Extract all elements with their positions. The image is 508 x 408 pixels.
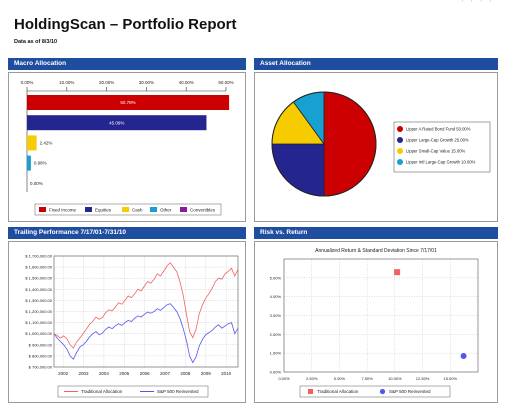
trailing-xtick-label: 2010 [221,371,232,376]
risk-legend-label: S&P 500 Reinvested [389,389,431,394]
trailing-ytick-label: $ 1,500,000.00 [25,276,52,281]
risk-ytick-label: 2.00% [270,332,282,337]
trailing-ytick-label: $ 700,000.00 [29,365,53,370]
trailing-legend-label: S&P 500 Reinvested [157,389,199,394]
asset-legend-dot [397,126,403,132]
risk-ytick-label: 4.00% [270,294,282,299]
asset-pie-slice [271,143,325,197]
trailing-xtick-label: 2008 [180,371,191,376]
trailing-ytick-label: $ 1,000,000.00 [25,331,52,336]
risk-ytick-label: 3.00% [270,313,282,318]
macro-legend-label: Fixed Income [49,207,77,212]
trailing-ytick-label: $ 900,000.00 [29,342,53,347]
risk-ytick-label: 1.00% [270,351,282,356]
asset-legend-label: Lipper Small-Cap Value 15.00% [406,149,466,154]
asset-legend-dot [397,148,403,154]
macro-xtick-label: 20.00% [99,80,114,85]
risk-xtick-label: 5.00% [334,376,346,381]
macro-legend-label: Equities [95,207,112,212]
asset-legend-label: Lipper Intl Large-Cap Growth 10.00% [406,160,476,165]
asset-pie-slice [323,91,377,197]
macro-legend-swatch [150,207,157,212]
macro-bar [27,155,31,171]
asset-legend-label: Lipper Large-Cap Growth 25.00% [406,138,469,143]
trailing-performance-chart: $ 1,700,000.00 $ 1,600,000.00 $ 1,500,000.… [8,241,246,403]
trailing-xtick-label: 2004 [99,371,110,376]
panel-header-asset: Asset Allocation [254,58,498,70]
risk-xtick-label: 10.00% [388,376,402,381]
macro-legend-swatch [122,207,129,212]
trailing-ytick-label: $ 800,000.00 [29,353,53,358]
panel-header-macro: Macro Allocation [8,58,246,70]
risk-xtick-label: 0.00% [278,376,290,381]
panel-header-risk: Risk vs. Return [254,227,498,239]
report-title: HoldingScan – Portfolio Report [14,16,237,33]
macro-bar-value: 2.42% [40,141,53,146]
risk-vs-return-chart: Annualized Return & Standard Deviation S… [254,241,498,403]
macro-bar-value: 0.98% [34,161,47,166]
asset-allocation-chart: Lipper A Rated Bond Fund 50.00% Lipper La… [254,72,498,222]
risk-xtick-label: 15.00% [443,376,457,381]
panel-header-trailing: Trailing Performance 7/17/01-7/31/10 [8,227,246,239]
risk-frame [254,241,498,403]
macro-bar-value: 50.78% [120,100,135,105]
trailing-series-line [53,262,239,349]
trailing-ytick-label: $ 1,200,000.00 [25,309,52,314]
trailing-ytick-label: $ 1,300,000.00 [25,298,52,303]
risk-plot-area [283,258,479,373]
macro-allocation-chart: 0.00% 10.00% 20.00% 30.00% 40.00% 50.00% 50.78… [8,72,246,222]
macro-xtick-label: 40.00% [179,80,194,85]
macro-bar-value: 45.09% [109,120,124,125]
trailing-xtick-label: 2006 [140,371,151,376]
macro-xtick-label: 30.00% [139,80,154,85]
trailing-xtick-label: 2009 [201,371,212,376]
macro-legend-swatch [39,207,46,212]
trailing-series-line [53,303,239,364]
trailing-xtick-label: 2003 [79,371,90,376]
corner-marks: ' ' ' ' [461,0,494,7]
macro-frame [8,72,246,222]
macro-xtick-label: 50.00% [218,80,233,85]
macro-bar-value: 0.00% [30,181,43,186]
trailing-legend-label: Traditional Allocation [81,389,123,394]
risk-xtick-label: 12.50% [416,376,430,381]
risk-point-square [394,269,401,276]
trailing-ytick-label: $ 1,700,000.00 [25,254,52,259]
risk-legend-label: Traditional Allocation [317,389,359,394]
risk-xtick-label: 7.50% [361,376,373,381]
asset-legend-dot [397,159,403,165]
risk-point-circle [460,352,467,359]
asset-legend-dot [397,137,403,143]
risk-legend-swatch [379,388,386,395]
trailing-ytick-label: $ 1,600,000.00 [25,265,52,270]
macro-legend-swatch [180,207,187,212]
asset-legend-label: Lipper A Rated Bond Fund 50.00% [406,127,471,132]
macro-xtick-label: 0.00% [21,80,34,85]
macro-bar [27,135,37,151]
risk-xtick-label: 2.50% [306,376,318,381]
risk-ytick-label: 0.00% [270,370,282,375]
risk-legend-swatch [308,389,313,394]
macro-legend-label: Other [160,207,172,212]
macro-legend-label: Convertibles [190,207,216,212]
report-date: Data as of 8/3/10 [14,39,58,45]
trailing-xtick-label: 2007 [160,371,171,376]
macro-legend-label: Cash [132,207,143,212]
trailing-ytick-label: $ 1,100,000.00 [25,320,52,325]
trailing-xtick-label: 2002 [58,371,69,376]
risk-chart-title: Annualized Return & Standard Deviation S… [315,248,437,254]
macro-xtick-label: 10.00% [59,80,74,85]
trailing-xtick-label: 2005 [119,371,130,376]
risk-ytick-label: 5.00% [270,275,282,280]
macro-legend-swatch [85,207,92,212]
trailing-ytick-label: $ 1,400,000.00 [25,287,52,292]
